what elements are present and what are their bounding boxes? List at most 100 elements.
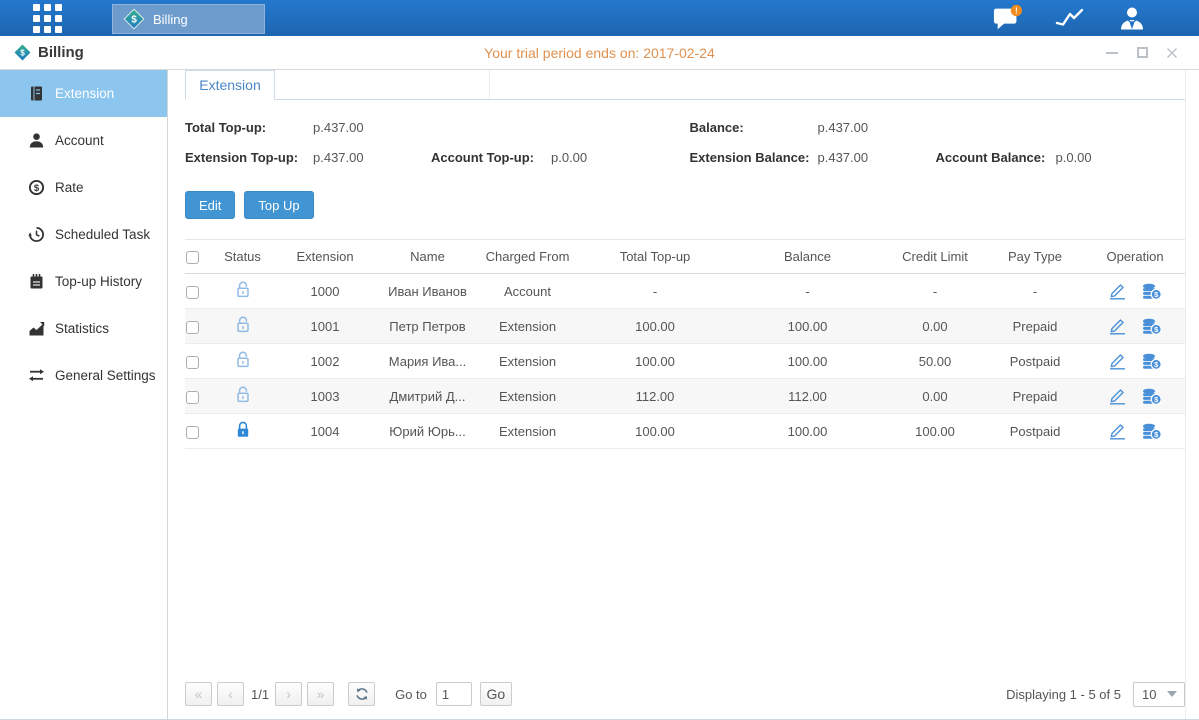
summary-panel: Total Top-up: p.437.00 Extension Top-up:… [185, 120, 1185, 165]
titlebar: $ Billing Your trial period ends on: 201… [0, 36, 1199, 70]
cell-pay-type: Postpaid [985, 344, 1085, 379]
topup-extension-icon[interactable]: $ [1141, 423, 1162, 440]
refresh-button[interactable] [348, 682, 375, 706]
row-checkbox[interactable] [186, 321, 199, 334]
cell-extension: 1003 [270, 379, 380, 414]
notification-badge: ! [1015, 6, 1018, 16]
cell-charged-from: Account [475, 274, 580, 309]
cell-name: Иван Иванов [380, 274, 475, 309]
row-checkbox[interactable] [186, 426, 199, 439]
row-checkbox[interactable] [186, 286, 199, 299]
summary-right: Balance: p.437.00 Extension Balance: p.4… [681, 120, 1186, 165]
balance-value: p.437.00 [818, 120, 936, 135]
sidebar-item-topup-history[interactable]: Top-up History [0, 258, 167, 305]
col-name: Name [380, 240, 475, 274]
messages-icon[interactable]: ! [993, 4, 1023, 32]
topbar-tab-billing[interactable]: $ Billing [112, 4, 265, 34]
cell-credit-limit: 0.00 [885, 309, 985, 344]
transfer-arrows-icon [28, 367, 45, 384]
table-row: 1001Петр ПетровExtension100.00100.000.00… [185, 309, 1185, 344]
cell-extension: 1001 [270, 309, 380, 344]
edit-extension-icon[interactable] [1108, 353, 1127, 370]
page-size-select[interactable]: 10 [1133, 682, 1185, 707]
sidebar-item-statistics[interactable]: Statistics [0, 305, 167, 352]
topbar: $ Billing ! [0, 0, 1199, 36]
sidebar-item-label: Scheduled Task [55, 227, 150, 242]
tabstrip: Extension [185, 70, 1185, 100]
edit-button[interactable]: Edit [185, 191, 235, 219]
cell-balance: - [730, 274, 885, 309]
cell-charged-from: Extension [475, 344, 580, 379]
cell-credit-limit: - [885, 274, 985, 309]
pagination-bar: « ‹ 1/1 › » Go to Go Displaying [185, 674, 1185, 714]
billing-diamond-icon: $ [123, 8, 145, 30]
status-unlocked-icon[interactable] [235, 280, 251, 299]
trial-notice: Your trial period ends on: 2017-02-24 [0, 45, 1199, 61]
status-unlocked-icon[interactable] [235, 350, 251, 369]
sidebar-item-scheduled-task[interactable]: Scheduled Task [0, 211, 167, 258]
tab-extension[interactable]: Extension [185, 70, 275, 100]
window-title: $ Billing [14, 44, 84, 61]
app-launcher-icon[interactable] [33, 4, 62, 33]
sidebar-item-label: Extension [55, 86, 114, 101]
col-total-topup: Total Top-up [580, 240, 730, 274]
status-unlocked-icon[interactable] [235, 315, 251, 334]
close-icon[interactable] [1165, 46, 1179, 60]
topup-extension-icon[interactable]: $ [1141, 318, 1162, 335]
cell-charged-from: Extension [475, 379, 580, 414]
edit-extension-icon[interactable] [1108, 423, 1127, 440]
sidebar-item-general-settings[interactable]: General Settings [0, 352, 167, 399]
dollar-circle-icon: $ [28, 179, 45, 196]
topup-extension-icon[interactable]: $ [1141, 353, 1162, 370]
prev-page-button[interactable]: ‹ [217, 682, 244, 706]
topup-extension-icon[interactable]: $ [1141, 388, 1162, 405]
cell-credit-limit: 50.00 [885, 344, 985, 379]
total-topup-label: Total Top-up: [185, 120, 313, 135]
maximize-icon[interactable] [1135, 46, 1149, 60]
table-row: 1004Юрий Юрь...Extension100.00100.00100.… [185, 414, 1185, 449]
col-extension: Extension [270, 240, 380, 274]
table-row: 1000Иван ИвановAccount----$ [185, 274, 1185, 309]
sidebar-item-extension[interactable]: Extension [0, 70, 167, 117]
select-all-checkbox[interactable] [186, 251, 199, 264]
displaying-text: Displaying 1 - 5 of 5 [1006, 687, 1121, 702]
topup-extension-icon[interactable]: $ [1141, 283, 1162, 300]
table-row: 1003Дмитрий Д...Extension112.00112.000.0… [185, 379, 1185, 414]
edit-extension-icon[interactable] [1108, 283, 1127, 300]
edit-extension-icon[interactable] [1108, 318, 1127, 335]
cell-total-topup: - [580, 274, 730, 309]
cell-pay-type: Postpaid [985, 414, 1085, 449]
minimize-icon[interactable] [1105, 46, 1119, 60]
col-operation: Operation [1085, 240, 1185, 274]
status-locked-icon[interactable] [235, 420, 251, 439]
first-page-button[interactable]: « [185, 682, 212, 706]
edit-extension-icon[interactable] [1108, 388, 1127, 405]
goto-page-input[interactable] [436, 682, 472, 706]
user-account-icon[interactable] [1117, 4, 1147, 32]
sidebar-item-account[interactable]: Account [0, 117, 167, 164]
last-page-button[interactable]: » [307, 682, 334, 706]
cell-name: Петр Петров [380, 309, 475, 344]
cell-balance: 112.00 [730, 379, 885, 414]
tab-placeholder [275, 70, 490, 99]
cell-balance: 100.00 [730, 414, 885, 449]
row-checkbox[interactable] [186, 356, 199, 369]
billing-diamond-icon: $ [14, 44, 31, 61]
next-page-button[interactable]: › [275, 682, 302, 706]
top-up-button[interactable]: Top Up [244, 191, 313, 219]
account-balance-value: p.0.00 [1056, 150, 1186, 165]
sidebar-item-rate[interactable]: $ Rate [0, 164, 167, 211]
row-checkbox[interactable] [186, 391, 199, 404]
sidebar-item-label: Top-up History [55, 274, 142, 289]
bar-chart-icon [28, 320, 45, 337]
window-controls [1105, 46, 1185, 60]
sidebar-item-label: Statistics [55, 321, 109, 336]
go-button[interactable]: Go [480, 682, 512, 706]
col-status: Status [215, 240, 270, 274]
account-topup-value: p.0.00 [551, 150, 681, 165]
svg-text:$: $ [131, 15, 137, 26]
resource-monitor-icon[interactable] [1055, 4, 1085, 32]
status-unlocked-icon[interactable] [235, 385, 251, 404]
page-size-value: 10 [1142, 687, 1156, 702]
cell-name: Дмитрий Д... [380, 379, 475, 414]
